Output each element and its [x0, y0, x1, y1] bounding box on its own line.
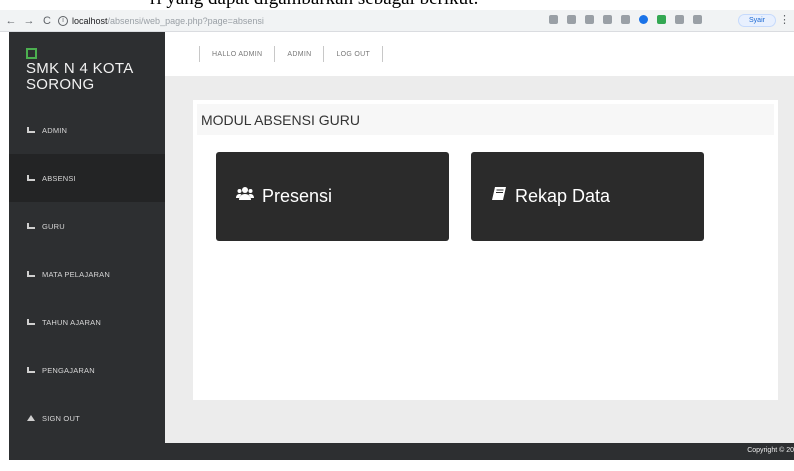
book-icon — [491, 186, 507, 207]
logout-link[interactable]: LOG OUT — [336, 51, 370, 58]
document-caption: ri yang dapat digambarkan sebagai beriku… — [0, 0, 794, 10]
sidebar-item-label: TAHUN AJARAN — [42, 317, 101, 327]
chart-icon — [27, 319, 35, 325]
rekap-data-button[interactable]: Rekap Data — [471, 152, 704, 241]
chart-icon — [27, 367, 35, 373]
greeting-link[interactable]: HALLO ADMIN — [212, 51, 262, 58]
caption-text: ri yang dapat digambarkan sebagai beriku… — [150, 0, 479, 10]
extension-icon[interactable] — [657, 15, 666, 24]
divider — [382, 46, 384, 62]
sidebar-item-sign-out[interactable]: SIGN OUT — [9, 394, 165, 442]
sidebar-item-label: GURU — [42, 221, 65, 231]
chart-icon — [27, 175, 35, 181]
chart-icon — [27, 271, 35, 277]
url-host: localhost — [72, 16, 108, 26]
chart-icon — [27, 127, 35, 133]
extension-icon[interactable] — [549, 15, 558, 24]
users-icon — [236, 186, 254, 207]
back-button[interactable]: ← — [4, 15, 18, 27]
brand-title: SMK N 4 KOTA SORONG — [26, 60, 133, 93]
divider — [199, 46, 200, 62]
sidebar-item-label: PENGAJARAN — [42, 365, 95, 375]
page-title: MODUL ABSENSI GURU — [197, 104, 774, 135]
sidebar-item-absensi[interactable]: ABSENSI — [9, 154, 165, 202]
sidebar-item-label: SIGN OUT — [42, 413, 80, 423]
puzzle-icon[interactable] — [675, 15, 684, 24]
divider — [274, 46, 276, 62]
eject-icon — [27, 415, 35, 421]
sidebar-nav: ADMIN ABSENSI GURU MATA PELAJARAN TAHUN … — [9, 106, 165, 442]
sidebar-item-label: MATA PELAJARAN — [42, 269, 110, 279]
info-icon[interactable]: i — [58, 16, 68, 26]
search-icon[interactable] — [585, 15, 594, 24]
brand: SMK N 4 KOTA SORONG — [26, 48, 156, 93]
extension-icon[interactable] — [639, 15, 648, 24]
top-navbar: HALLO ADMIN ADMIN LOG OUT — [165, 32, 794, 76]
profile-chip[interactable]: Syair — [738, 14, 776, 27]
extension-icon[interactable] — [621, 15, 630, 24]
sidebar-item-mata-pelajaran[interactable]: MATA PELAJARAN — [9, 250, 165, 298]
browser-toolbar: ← → C i localhost /absensi/web_page.php?… — [0, 10, 794, 32]
presensi-button[interactable]: Presensi — [216, 152, 449, 241]
star-icon[interactable] — [603, 15, 612, 24]
chart-icon — [27, 223, 35, 229]
footer: Copyright © 20 — [165, 443, 794, 460]
menu-icon[interactable]: ⋮ — [779, 13, 790, 26]
sidebar-item-guru[interactable]: GURU — [9, 202, 165, 250]
extension-icons — [549, 15, 702, 24]
pen-icon[interactable] — [693, 15, 702, 24]
module-panel: MODUL ABSENSI GURU Presensi Rekap Data — [193, 100, 778, 400]
rekap-data-label: Rekap Data — [515, 186, 611, 206]
extension-icon[interactable] — [567, 15, 576, 24]
user-link[interactable]: ADMIN — [287, 51, 311, 58]
sidebar-item-admin[interactable]: ADMIN — [9, 106, 165, 154]
sidebar-item-label: ADMIN — [42, 125, 68, 135]
sidebar: SMK N 4 KOTA SORONG ADMIN ABSENSI GURU M… — [9, 32, 165, 460]
sidebar-item-label: ABSENSI — [42, 173, 76, 183]
sidebar-item-tahun-ajaran[interactable]: TAHUN AJARAN — [9, 298, 165, 346]
forward-button[interactable]: → — [22, 15, 36, 27]
url-path: /absensi/web_page.php?page=absensi — [107, 16, 264, 26]
brand-logo-icon — [26, 48, 37, 59]
sidebar-item-pengajaran[interactable]: PENGAJARAN — [9, 346, 165, 394]
reload-button[interactable]: C — [40, 15, 54, 27]
divider — [323, 46, 325, 62]
copyright-text: Copyright © 20 — [747, 447, 794, 454]
page-bottom — [0, 460, 794, 471]
main-content: MODUL ABSENSI GURU Presensi Rekap Data — [165, 76, 794, 443]
presensi-label: Presensi — [262, 186, 333, 206]
